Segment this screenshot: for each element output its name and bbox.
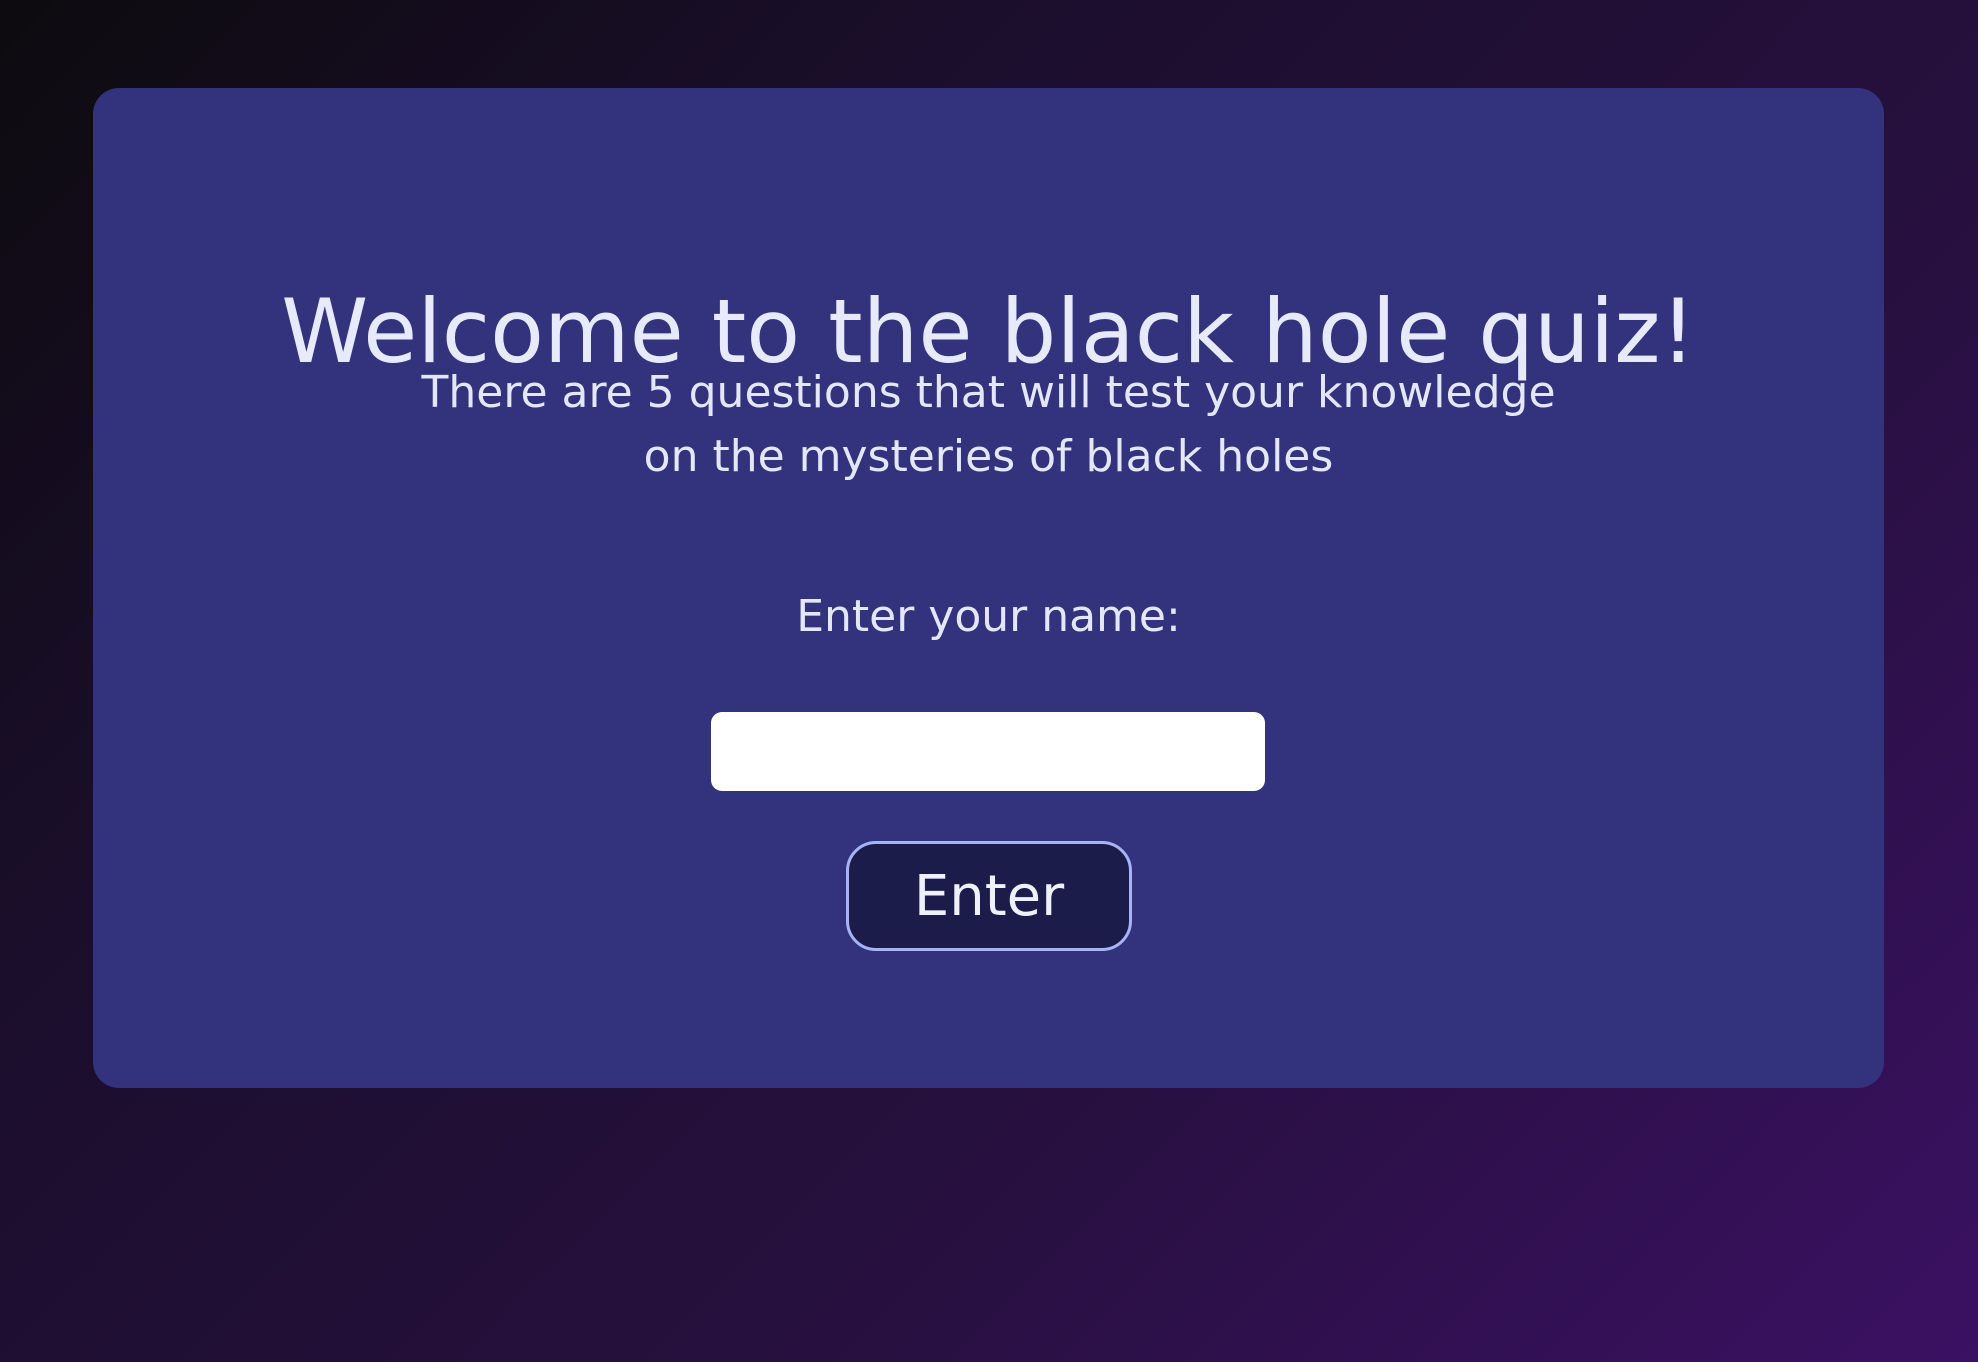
name-label: Enter your name: (796, 591, 1181, 642)
name-input[interactable] (711, 712, 1265, 791)
quiz-description: There are 5 questions that will test you… (421, 367, 1556, 482)
enter-button[interactable]: Enter (846, 841, 1132, 951)
quiz-welcome-card: Welcome to the black hole quiz! There ar… (93, 88, 1884, 1088)
